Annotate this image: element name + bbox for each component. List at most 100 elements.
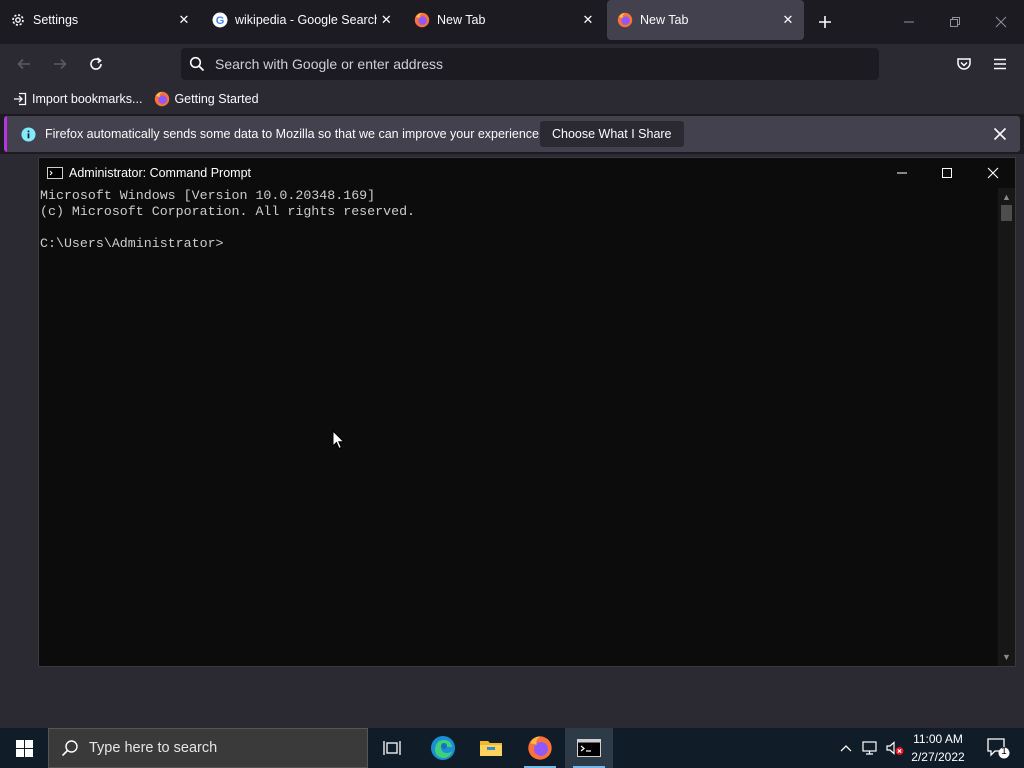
data-reporting-notification: Firefox automatically sends some data to… [4,116,1020,152]
windows-logo-icon [15,739,33,757]
tab-label: Settings [33,13,79,27]
command-prompt-title-bar[interactable]: Administrator: Command Prompt [39,158,1015,188]
notification-count-badge: 1 [1001,746,1007,757]
console-prompt-line: C:\Users\Administrator> [40,236,224,251]
close-icon [993,127,1007,141]
forward-button[interactable] [46,50,74,78]
close-icon[interactable]: ✕ [578,10,598,30]
close-icon[interactable]: ✕ [377,10,396,30]
plus-icon [819,16,831,28]
tab-label: New Tab [437,13,486,27]
tab-new-tab[interactable]: New Tab ✕ [404,0,604,40]
bookmark-getting-started[interactable]: Getting Started [154,91,259,107]
taskbar-file-explorer[interactable] [467,728,515,768]
task-view-icon [383,741,401,755]
restore-button[interactable] [932,0,978,44]
console-line: (c) Microsoft Corporation. All rights re… [40,204,416,219]
firefox-icon [414,12,430,28]
taskbar-firefox[interactable] [516,728,564,768]
tab-strip: Settings ✕ G wikipedia - Google Search ✕… [0,0,1024,44]
cmd-maximize-button[interactable] [924,158,970,188]
reload-button[interactable] [82,50,110,78]
close-icon [987,167,999,179]
command-prompt-window[interactable]: Administrator: Command Prompt Microsoft … [38,157,1016,667]
tab-settings[interactable]: Settings ✕ [0,0,200,40]
reload-icon [90,57,102,70]
cmd-close-button[interactable] [970,158,1016,188]
import-icon [12,91,28,107]
taskbar-clock[interactable]: 11:00 AM 2/27/2022 [904,730,972,766]
scroll-up-icon[interactable]: ▲ [998,190,1015,204]
taskbar-edge[interactable] [419,728,467,768]
close-window-button[interactable] [978,0,1024,44]
search-icon [189,56,205,72]
svg-text:G: G [216,15,225,27]
cmd-minimize-button[interactable] [879,158,925,188]
firefox-icon [154,91,170,107]
network-status[interactable] [860,728,882,768]
minimize-button[interactable] [886,0,932,44]
firefox-icon [617,12,633,28]
hamburger-menu-icon [994,58,1006,70]
start-button[interactable] [0,728,48,768]
bookmark-import[interactable]: Import bookmarks... [12,91,142,107]
search-icon [61,740,78,757]
notification-text: Firefox automatically sends some data to… [45,127,543,141]
volume-status[interactable] [884,728,906,768]
scrollbar-thumb[interactable] [1001,205,1012,221]
url-bar[interactable]: Search with Google or enter address [181,48,879,80]
url-bar-placeholder: Search with Google or enter address [215,56,444,72]
console-scrollbar[interactable]: ▲ ▼ [998,188,1015,666]
mouse-cursor-icon [332,430,346,450]
show-hidden-icons-button[interactable] [836,728,856,768]
pocket-button[interactable] [950,50,978,78]
clock-date: 2/27/2022 [911,750,965,764]
minimize-icon [897,172,907,174]
bookmark-label: Import bookmarks... [32,92,143,106]
firefox-icon [528,736,552,760]
taskbar-search-placeholder: Type here to search [89,740,218,756]
menu-button[interactable] [986,50,1014,78]
tab-label: New Tab [640,13,689,27]
speaker-muted-icon [886,741,904,755]
taskbar-command-prompt[interactable] [565,728,613,768]
task-view-button[interactable] [368,728,416,768]
chevron-up-icon [840,745,852,752]
pocket-icon [957,58,971,70]
maximize-icon [942,168,952,178]
command-prompt-icon [577,739,601,757]
minimize-icon [904,21,914,23]
tab-google-search[interactable]: G wikipedia - Google Search ✕ [202,0,402,40]
info-icon [21,126,36,142]
command-prompt-icon [47,167,63,179]
taskbar: Type here to search 11:00 AM 2/27/2022 1 [0,728,1024,768]
tab-label: wikipedia - Google Search [235,13,377,27]
close-icon [995,16,1007,28]
close-icon[interactable]: ✕ [778,10,798,30]
back-button[interactable] [10,50,38,78]
google-icon: G [212,12,228,28]
choose-what-i-share-button[interactable]: Choose What I Share [540,121,684,147]
close-icon[interactable]: ✕ [174,10,194,30]
navigation-toolbar: Search with Google or enter address [0,44,1024,84]
clock-time: 11:00 AM [913,732,963,746]
scroll-down-icon[interactable]: ▼ [998,650,1015,664]
restore-icon [950,17,960,27]
gear-icon [10,12,26,28]
bookmark-label: Getting Started [174,92,259,106]
arrow-right-icon [54,58,67,70]
console-line: Microsoft Windows [Version 10.0.20348.16… [40,188,376,203]
edge-icon [431,736,455,760]
taskbar-search-box[interactable]: Type here to search [48,728,368,768]
bookmarks-toolbar: Import bookmarks... Getting Started [0,84,1024,114]
command-prompt-title: Administrator: Command Prompt [69,166,252,180]
notification-close-button[interactable] [990,124,1010,144]
console-output[interactable]: Microsoft Windows [Version 10.0.20348.16… [39,188,999,666]
action-center-button[interactable]: 1 [980,728,1016,768]
new-tab-button[interactable] [814,11,836,33]
arrow-left-icon [17,58,30,70]
tab-new-tab-active[interactable]: New Tab ✕ [607,0,804,40]
file-explorer-icon [480,741,502,756]
network-icon [862,741,877,755]
